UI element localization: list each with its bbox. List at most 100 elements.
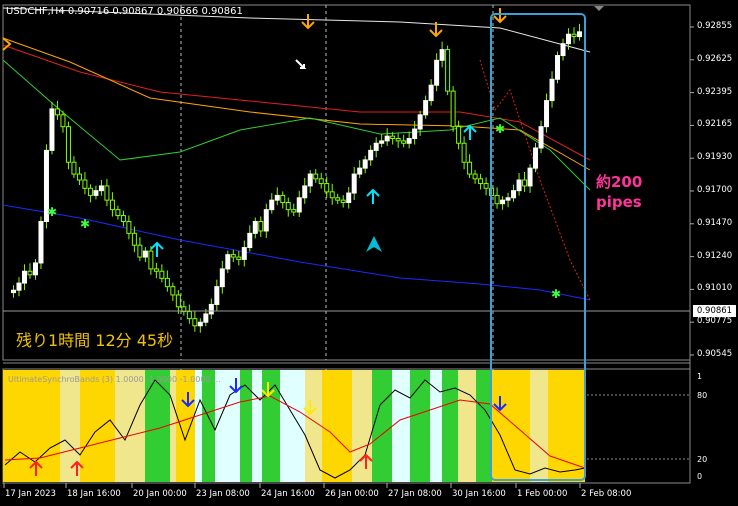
- candle-body: [401, 140, 407, 144]
- candle-body: [313, 173, 319, 180]
- indicator-band: [476, 370, 492, 482]
- candle-body: [505, 197, 511, 201]
- candle-body: [131, 232, 137, 246]
- candle-body: [32, 262, 38, 276]
- candle-body: [126, 220, 132, 234]
- indicator-label: UltimateSynchroBands (3) 1.0000 -1.0000 …: [8, 375, 221, 384]
- indicator-band: [458, 370, 476, 482]
- green-star-icon: ✱: [80, 217, 90, 231]
- candle-body: [362, 159, 368, 169]
- indicator-band: [115, 370, 145, 482]
- mt4-chart-window[interactable]: ✱ ✱ ✱ ✱ USDCHF,H4 0.90716 0.90867 0.90666 0…: [0, 0, 738, 506]
- chart-shift-marker: [594, 6, 604, 11]
- candle-body: [186, 311, 192, 320]
- time-axis-label: 20 Jan 00:00: [133, 489, 187, 499]
- candle-body: [93, 190, 99, 196]
- ma-blue: [2, 204, 591, 301]
- candle-body: [291, 209, 297, 213]
- candle-body: [478, 178, 484, 185]
- price-axis-label: 0.92855: [697, 21, 733, 31]
- candlesticks[interactable]: [10, 23, 583, 333]
- indicator-band: [262, 370, 280, 482]
- candle-body: [38, 220, 44, 264]
- price-axis-label: 0.91700: [697, 185, 733, 195]
- diagonal-arrow-icon: [295, 59, 307, 69]
- candle-body: [49, 108, 55, 151]
- candle-body: [274, 194, 280, 201]
- up-arrow-icon: [463, 124, 477, 140]
- ma-red-dashed: [479, 59, 591, 301]
- indicator-axis-level-low: 20: [697, 455, 708, 464]
- candle-body: [98, 185, 104, 192]
- price-axis-label: 0.92165: [697, 119, 733, 130]
- candle-body: [511, 190, 517, 199]
- candle-body: [71, 161, 77, 175]
- up-arrow-icon: [366, 188, 380, 204]
- candle-body: [76, 173, 82, 181]
- candle-body: [555, 55, 561, 80]
- candle-body: [307, 173, 313, 187]
- candle-body: [566, 33, 572, 45]
- candle-body: [461, 142, 467, 163]
- price-axis-label: 0.92625: [697, 53, 733, 64]
- candle-body: [467, 161, 473, 175]
- candle-body: [516, 179, 522, 192]
- chart-canvas[interactable]: ✱ ✱ ✱ ✱: [0, 0, 738, 506]
- time-axis-label: 27 Jan 08:00: [388, 489, 442, 499]
- time-axis-label: 18 Jan 16:00: [67, 489, 121, 499]
- indicator-band: [392, 370, 410, 482]
- green-star-icon: ✱: [495, 122, 505, 136]
- candle-body: [390, 135, 396, 140]
- price-axis-label: 0.91470: [697, 217, 733, 228]
- candle-body: [65, 126, 71, 163]
- indicator-band: [410, 370, 430, 482]
- bar-countdown-timer: 残り1時間 12分 45秒: [16, 331, 174, 350]
- candle-body: [10, 289, 16, 294]
- candle-body: [230, 254, 236, 258]
- price-axis-label: 0.91240: [697, 250, 733, 261]
- candle-body: [395, 138, 401, 142]
- candle-body: [368, 149, 374, 161]
- candle-body: [450, 90, 456, 128]
- candle-body: [280, 194, 286, 204]
- candle-body: [412, 128, 418, 140]
- candle-body: [258, 220, 264, 232]
- indicator-band: [80, 370, 115, 482]
- candle-body: [544, 100, 550, 128]
- candle-body: [21, 270, 27, 284]
- candle-body: [247, 232, 253, 249]
- candle-body: [351, 173, 357, 194]
- green-star-icon: ✱: [47, 205, 57, 219]
- indicator-band: [176, 370, 195, 482]
- indicator-axis-bottom: 0: [697, 472, 703, 481]
- candle-body: [148, 250, 154, 270]
- candle-body: [142, 250, 148, 258]
- indicator-axis-level-high: 80: [697, 391, 708, 400]
- indicator-band: [430, 370, 442, 482]
- indicator-band: [442, 370, 458, 482]
- indicator-band: [280, 370, 305, 482]
- candle-body: [324, 183, 330, 193]
- candle-body: [571, 33, 577, 38]
- time-axis-label: 30 Jan 16:00: [452, 489, 506, 499]
- candle-body: [16, 282, 22, 291]
- candle-body: [357, 167, 363, 175]
- candle-body: [208, 303, 214, 315]
- candle-body: [538, 126, 544, 149]
- candle-body: [109, 199, 115, 211]
- main-panel-frame: [2, 4, 691, 361]
- candle-body: [269, 199, 275, 211]
- time-axis-label: 26 Jan 00:00: [325, 489, 379, 499]
- indicator-axis-top: 1: [697, 372, 703, 381]
- candle-body: [340, 199, 346, 204]
- candle-body: [533, 147, 539, 169]
- indicator-band: [530, 370, 548, 482]
- candle-body: [153, 268, 159, 272]
- price-axis-label: 0.91930: [697, 152, 733, 163]
- candle-body: [318, 178, 324, 185]
- candle-body: [296, 197, 302, 213]
- candle-body: [434, 59, 440, 86]
- candle-body: [170, 286, 176, 296]
- time-axis-label: 2 Feb 08:00: [581, 489, 632, 499]
- ma-red: [2, 44, 591, 161]
